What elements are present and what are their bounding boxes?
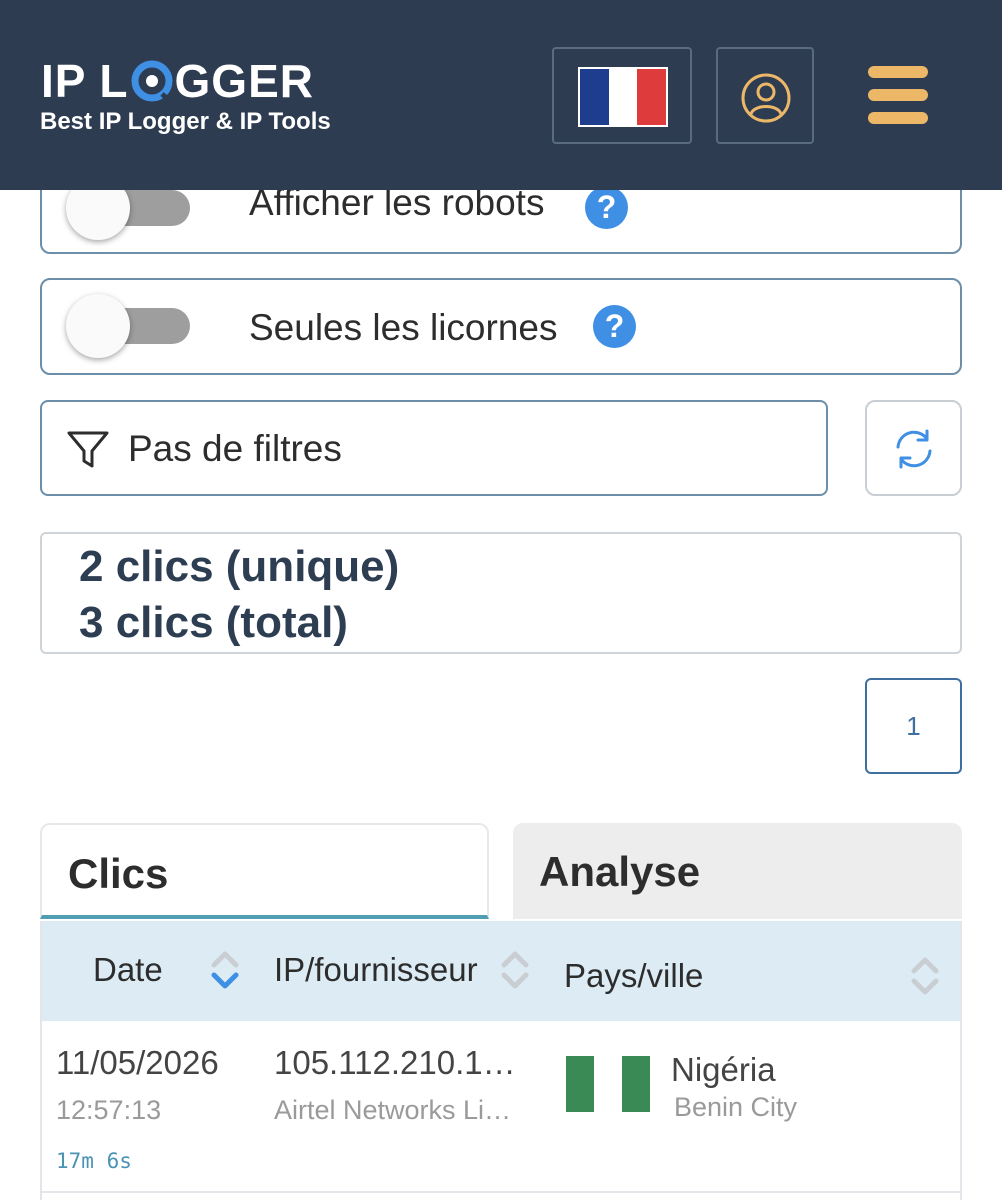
nigeria-flag-icon [566,1056,650,1112]
click-time: 12:57:13 [56,1095,162,1125]
column-header-ip[interactable]: IP/fournisseur [274,951,478,989]
logo-text-end: GGER [174,55,314,107]
site-logo[interactable]: IP L GGER [41,54,314,108]
only-unicorns-label: Seules les licornes [249,307,558,348]
menu-bar [868,66,928,78]
language-button[interactable] [552,47,692,144]
clicks-table: Date IP/fournisseur Pays/ville 11/05/202… [40,921,962,1200]
table-header: Date IP/fournisseur Pays/ville [42,921,960,1021]
refresh-icon [896,429,932,469]
column-header-date[interactable]: Date [93,951,163,989]
logo-text-start: IP L [41,55,129,107]
sort-icon[interactable] [908,951,942,1001]
tab-clicks[interactable]: Clics [40,823,489,919]
click-ip[interactable]: 105.112.210.1… [274,1044,516,1082]
site-tagline: Best IP Logger & IP Tools [40,108,331,135]
refresh-button[interactable] [865,400,962,496]
click-city: Benin City [674,1092,798,1122]
filter-button[interactable]: Pas de filtres [40,400,828,496]
menu-bar [868,89,928,101]
click-elapsed: 17m 6s [56,1149,132,1173]
hamburger-menu-icon[interactable] [868,66,928,124]
click-date: 11/05/2026 [56,1044,219,1081]
click-country: Nigéria [671,1051,776,1088]
click-stats: 2 clics (unique) 3 clics (total) [40,532,962,654]
only-unicorns-toggle[interactable] [66,294,190,358]
only-unicorns-option: Seules les licornes ? [40,278,962,375]
site-header: IP L GGER Best IP Logger & IP Tools [0,0,1002,190]
logo-eye-icon [131,60,173,102]
help-icon[interactable]: ? [593,305,636,348]
page-button-1[interactable]: 1 [865,678,962,774]
unique-clicks: 2 clics (unique) [79,542,400,591]
france-flag-icon [578,67,668,127]
click-provider: Airtel Networks Li… [274,1095,512,1125]
toggle-knob [66,294,130,358]
tab-analyse[interactable]: Analyse [513,823,962,919]
help-icon[interactable]: ? [585,186,628,229]
filter-label: Pas de filtres [128,428,342,469]
sort-icon[interactable] [208,945,242,995]
row-divider [42,1191,960,1193]
column-header-country[interactable]: Pays/ville [564,957,703,995]
menu-bar [868,112,928,124]
show-robots-toggle[interactable] [66,176,190,240]
sort-icon[interactable] [498,945,532,995]
filter-funnel-icon [67,431,109,468]
total-clicks: 3 clics (total) [79,598,348,647]
account-button[interactable] [716,47,814,144]
user-circle-icon [741,73,791,123]
